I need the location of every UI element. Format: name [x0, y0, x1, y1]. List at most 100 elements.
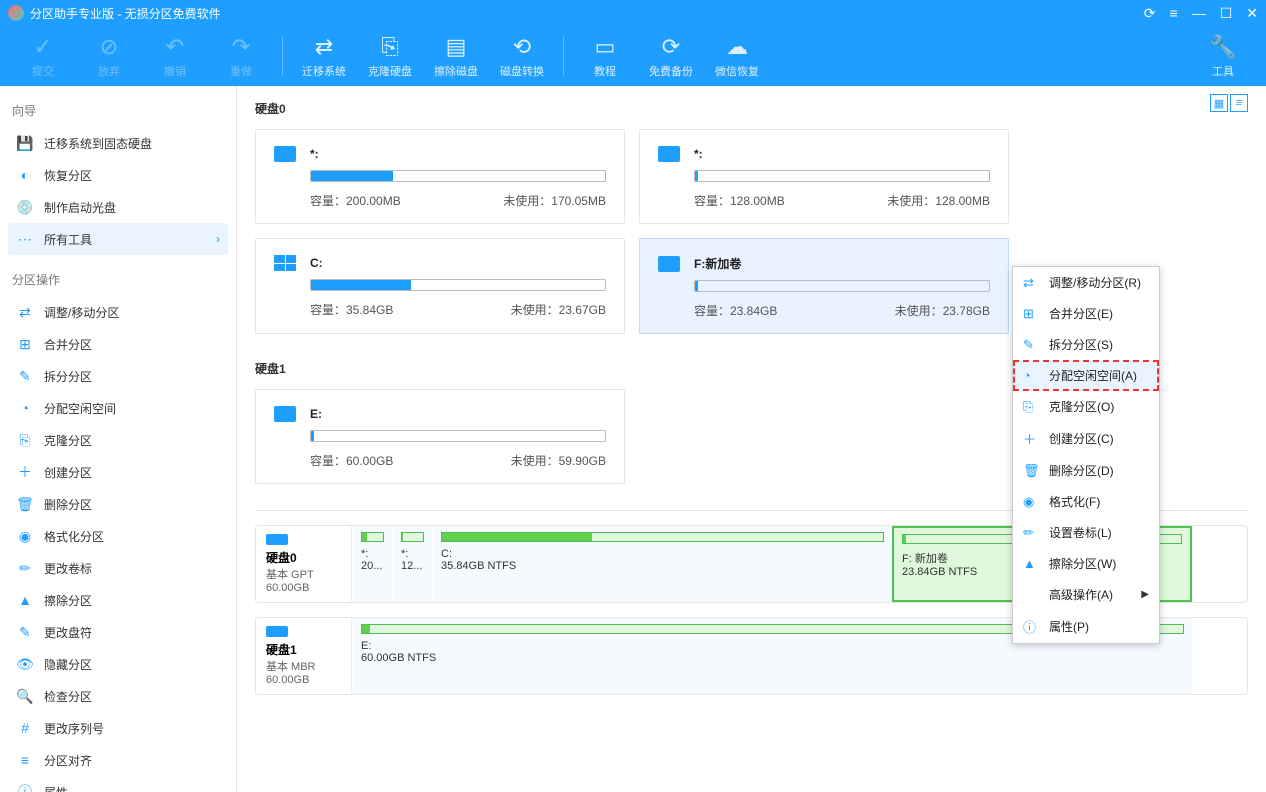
sidebar-item[interactable]: ⓘ属性	[8, 776, 228, 792]
disk-name: 硬盘1	[266, 641, 341, 658]
context-menu-item[interactable]: ✏设置卷标(L)	[1013, 517, 1159, 548]
partition-segment[interactable]: *:20...	[352, 526, 392, 602]
sidebar-item[interactable]: ◐恢复分区	[8, 159, 228, 191]
sidebar-icon: ＋	[16, 463, 34, 481]
undo-icon: ↶	[166, 33, 184, 61]
submit-button[interactable]: ✓提交	[10, 28, 76, 84]
sidebar-label: 所有工具	[44, 231, 92, 248]
context-menu-item[interactable]: ✎拆分分区(S)	[1013, 329, 1159, 360]
migrate-button[interactable]: ⇄迁移系统	[291, 28, 357, 84]
context-menu-item[interactable]: ⎘克隆分区(O)	[1013, 391, 1159, 422]
wechat-button[interactable]: ☁微信恢复	[704, 28, 770, 84]
sidebar-label: 更改盘符	[44, 624, 92, 641]
sidebar-item[interactable]: ⊞合并分区	[8, 328, 228, 360]
sidebar-label: 擦除分区	[44, 592, 92, 609]
partition-card[interactable]: F:新加卷容量：23.84GB未使用：23.78GB	[639, 238, 1009, 334]
context-menu-item[interactable]: ⓘ属性(P)	[1013, 610, 1159, 643]
segment-letter: *:	[401, 548, 424, 560]
partition-card[interactable]: *:容量：200.00MB未使用：170.05MB	[255, 129, 625, 224]
tutorial-button[interactable]: ▭教程	[572, 28, 638, 84]
sidebar-item[interactable]: #更改序列号	[8, 712, 228, 744]
sidebar-item[interactable]: 👁 隐藏分区	[8, 648, 228, 680]
sidebar-label: 更改卷标	[44, 560, 92, 577]
drive-icon	[266, 626, 288, 637]
disk-name: 硬盘0	[266, 549, 341, 566]
sidebar-item[interactable]: ▲擦除分区	[8, 584, 228, 616]
minimize-icon[interactable]: —	[1192, 5, 1206, 22]
capacity-label: 容量：35.84GB	[310, 301, 393, 318]
sidebar-item[interactable]: 💿制作启动光盘	[8, 191, 228, 223]
context-menu-item[interactable]: 高级操作(A)▶	[1013, 579, 1159, 610]
context-menu-item[interactable]: ◔分配空闲空间(A)	[1013, 360, 1159, 391]
sidebar-item[interactable]: 🗑删除分区	[8, 488, 228, 520]
wipe-button[interactable]: ▤擦除磁盘	[423, 28, 489, 84]
ctx-label: 擦除分区(W)	[1049, 555, 1116, 572]
sidebar-item[interactable]: ⎘克隆分区	[8, 424, 228, 456]
context-menu-item[interactable]: ＋创建分区(C)	[1013, 422, 1159, 455]
context-menu-item[interactable]: ◉格式化(F)	[1013, 486, 1159, 517]
sidebar-item[interactable]: ✏更改卷标	[8, 552, 228, 584]
tools-button[interactable]: 🔧工具	[1190, 28, 1256, 84]
sidebar-item[interactable]: 💾 迁移系统到固态硬盘	[8, 127, 228, 159]
segment-bar	[361, 532, 384, 542]
partition-name: *:	[694, 147, 703, 161]
segment-size: 60.00GB NTFS	[361, 652, 1184, 664]
sidebar-item[interactable]: ≡分区对齐	[8, 744, 228, 776]
sidebar-label: 拆分分区	[44, 368, 92, 385]
partition-card[interactable]: C:容量：35.84GB未使用：23.67GB	[255, 238, 625, 334]
convert-button[interactable]: ⟲磁盘转换	[489, 28, 555, 84]
redo-button[interactable]: ↷重做	[208, 28, 274, 84]
context-menu-item[interactable]: ⊞合并分区(E)	[1013, 298, 1159, 329]
ctx-label: 调整/移动分区(R)	[1049, 274, 1141, 291]
ctx-icon: ＋	[1023, 429, 1041, 448]
sidebar-item[interactable]: ⋯ 所有工具 ›	[8, 223, 228, 255]
sidebar-label: 隐藏分区	[44, 656, 92, 673]
list-view-icon[interactable]: ≡	[1230, 94, 1248, 112]
disk-strip-header[interactable]: 硬盘1基本 MBR60.00GB	[256, 618, 352, 694]
clone-button[interactable]: ⎘克隆硬盘	[357, 28, 423, 84]
sidebar-icon: ≡	[16, 751, 34, 769]
ctx-label: 克隆分区(O)	[1049, 398, 1114, 415]
disk-strip-header[interactable]: 硬盘0基本 GPT60.00GB	[256, 526, 352, 602]
redo-icon: ↷	[232, 33, 250, 61]
maximize-icon[interactable]: ☐	[1220, 5, 1233, 22]
sidebar-icon: ⎘	[16, 431, 34, 449]
context-menu-item[interactable]: ⇄调整/移动分区(R)	[1013, 267, 1159, 298]
sidebar-item[interactable]: 🔍检查分区	[8, 680, 228, 712]
partition-card[interactable]: *:容量：128.00MB未使用：128.00MB	[639, 129, 1009, 224]
sidebar-label: 检查分区	[44, 688, 92, 705]
sidebar-label: 格式化分区	[44, 528, 104, 545]
sidebar-icon: 💾	[16, 134, 34, 152]
windows-icon	[274, 255, 296, 271]
sidebar-item[interactable]: ◉格式化分区	[8, 520, 228, 552]
disk-type: 基本 MBR	[266, 658, 341, 674]
grid-view-icon[interactable]: ▦	[1210, 94, 1228, 112]
sidebar-icon: ⓘ	[16, 783, 34, 792]
partition-segment[interactable]: *:12...	[392, 526, 432, 602]
sidebar-label: 迁移系统到固态硬盘	[44, 135, 152, 152]
close-icon[interactable]: ✕	[1246, 5, 1258, 22]
context-menu-item[interactable]: ▲擦除分区(W)	[1013, 548, 1159, 579]
sidebar-icon: ⋯	[16, 230, 34, 248]
context-menu-item[interactable]: 🗑删除分区(D)	[1013, 455, 1159, 486]
refresh-icon[interactable]: ⟳	[1144, 5, 1156, 22]
sidebar-icon: 👁	[16, 655, 34, 673]
chevron-right-icon: ›	[216, 232, 220, 246]
drive-icon	[658, 256, 680, 272]
partition-card[interactable]: E:容量：60.00GB未使用：59.90GB	[255, 389, 625, 484]
sidebar-item[interactable]: ＋创建分区	[8, 456, 228, 488]
backup-button[interactable]: ⟳免费备份	[638, 28, 704, 84]
undo-button[interactable]: ↶撤销	[142, 28, 208, 84]
discard-button[interactable]: ⊘放弃	[76, 28, 142, 84]
sidebar-item[interactable]: ✎拆分分区	[8, 360, 228, 392]
check-icon: ✓	[34, 33, 52, 61]
clone-icon: ⎘	[381, 33, 399, 61]
sidebar-item[interactable]: ✎更改盘符	[8, 616, 228, 648]
partition-segment[interactable]: C:35.84GB NTFS	[432, 526, 892, 602]
sidebar-item[interactable]: ◔分配空闲空间	[8, 392, 228, 424]
sidebar-item[interactable]: ⇄调整/移动分区	[8, 296, 228, 328]
cancel-icon: ⊘	[100, 33, 118, 61]
partition-name: *:	[310, 147, 319, 161]
ctx-label: 合并分区(E)	[1049, 305, 1113, 322]
menu-icon[interactable]: ≡	[1170, 5, 1178, 22]
